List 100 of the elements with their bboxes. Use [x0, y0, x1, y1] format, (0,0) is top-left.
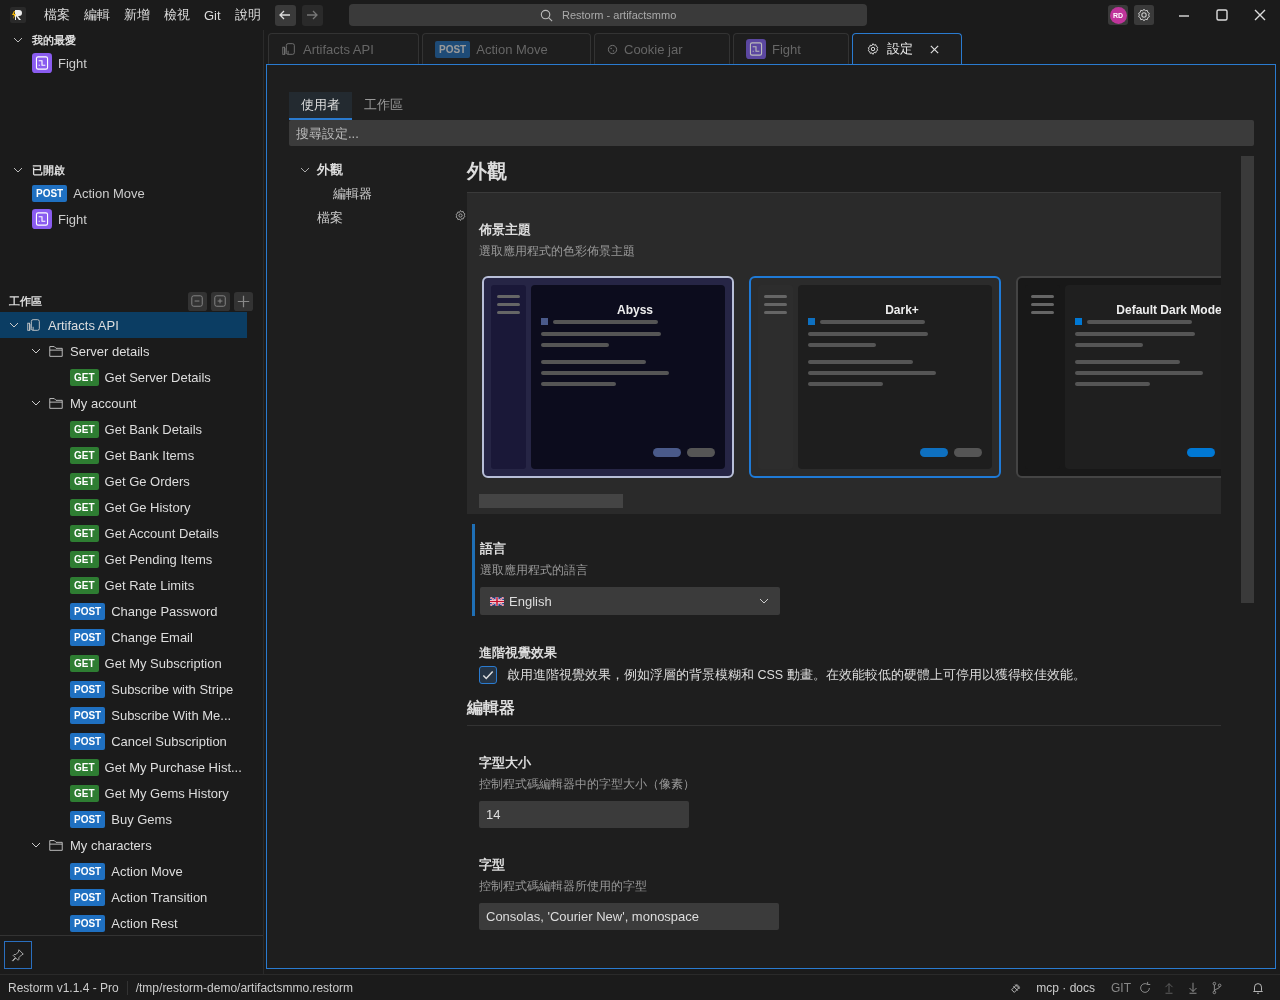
menu-item[interactable]: 編輯 — [84, 6, 110, 24]
tree-item[interactable]: POST Subscribe With Me... — [0, 702, 247, 728]
nav-item[interactable]: 編輯器 — [299, 182, 467, 206]
theme-name: Dark+ — [884, 303, 920, 317]
tree-item[interactable]: POST Change Email — [0, 624, 247, 650]
mcp-status[interactable]: mcp · docs — [1028, 980, 1103, 995]
tab-label: Action Move — [476, 41, 548, 57]
method-badge: POST — [70, 680, 106, 698]
folder-icon — [48, 837, 64, 853]
tree-item[interactable]: My characters — [0, 832, 247, 858]
method-badge: GET — [70, 472, 99, 490]
open-item[interactable]: POST Action Move — [0, 180, 263, 206]
tree-item[interactable]: POST Subscribe with Stripe — [0, 676, 247, 702]
tree-item[interactable]: GET Get My Gems History — [0, 780, 247, 806]
item-label: Action Rest — [111, 915, 178, 931]
open-item[interactable]: Fight — [0, 206, 263, 232]
menu-item[interactable]: 說明 — [234, 6, 261, 24]
menu-item[interactable]: 檢視 — [164, 6, 190, 24]
scrollbar-thumb[interactable] — [1241, 156, 1254, 603]
menu-item[interactable]: 檔案 — [44, 6, 70, 24]
tree-item[interactable]: GET Get My Purchase Hist... — [0, 754, 247, 780]
settings-icon[interactable] — [453, 208, 468, 223]
tree-item[interactable]: POST Action Transition — [0, 884, 247, 910]
item-label: My characters — [70, 837, 152, 853]
tree-item[interactable]: GET Get Server Details — [0, 364, 247, 390]
settings-icon[interactable] — [1134, 5, 1154, 25]
settings-search-field[interactable]: 搜尋設定... — [289, 120, 1254, 146]
item-label: Fight — [58, 55, 87, 71]
editor-tab[interactable]: 設定 — [852, 33, 962, 65]
item-label: Action Move — [111, 863, 183, 879]
menu-item[interactable]: 新增 — [124, 6, 150, 24]
tree-item[interactable]: POST Cancel Subscription — [0, 728, 247, 754]
method-badge: GET — [70, 498, 99, 516]
item-label: Cancel Subscription — [111, 733, 227, 749]
font-family-field[interactable]: Consolas, 'Courier New', monospace — [479, 903, 779, 930]
maximize-icon[interactable] — [1214, 7, 1230, 23]
section-title: 工作區 — [9, 293, 42, 309]
tree-item[interactable]: GET Get My Subscription — [0, 650, 247, 676]
forward-button[interactable] — [301, 4, 323, 26]
method-badge: GET — [70, 368, 99, 386]
tab-label: Fight — [772, 41, 801, 57]
tree-item[interactable]: POST Change Password — [0, 598, 247, 624]
branch-icon[interactable] — [1210, 980, 1224, 995]
tree-item[interactable]: Artifacts API — [0, 312, 247, 338]
expand-all-icon[interactable] — [211, 291, 230, 311]
setting-label: 字型大小 — [479, 754, 532, 772]
theme-option[interactable]: Default Dark Mode — [1016, 276, 1221, 478]
tree-item[interactable]: POST Buy Gems — [0, 806, 247, 832]
theme-option[interactable]: Dark+ — [749, 276, 1001, 478]
refresh-icon[interactable] — [1138, 980, 1152, 995]
method-badge: GET — [70, 420, 99, 438]
theme-option[interactable]: Abyss — [482, 276, 734, 478]
tree-item[interactable]: POST Action Move — [0, 858, 247, 884]
menu-item[interactable]: Git — [204, 7, 221, 23]
item-label: Get Ge History — [104, 499, 191, 515]
tree-item[interactable]: GET Get Account Details — [0, 520, 247, 546]
language-select[interactable]: English — [480, 587, 780, 615]
download-icon[interactable] — [1186, 980, 1200, 995]
method-badge: GET — [70, 446, 99, 464]
pin-button[interactable] — [4, 941, 32, 969]
select-value: English — [509, 593, 552, 609]
item-label: Action Transition — [111, 889, 208, 905]
nav-item[interactable]: 外觀 — [299, 158, 467, 182]
method-badge: GET — [70, 654, 99, 672]
tree-item[interactable]: GET Get Pending Items — [0, 546, 247, 572]
method-badge: GET — [70, 784, 99, 802]
setting-label: 字型 — [479, 856, 506, 874]
item-label: Get Bank Details — [104, 421, 203, 437]
back-button[interactable] — [274, 4, 296, 26]
tree-item[interactable]: Server details — [0, 338, 247, 364]
scope-tab[interactable]: 使用者 — [289, 92, 352, 120]
scope-tab[interactable]: 工作區 — [352, 92, 415, 120]
section-title: 已開啟 — [32, 162, 65, 178]
tab-label: Cookie jar — [624, 41, 683, 57]
tree-item[interactable]: GET Get Bank Items — [0, 442, 247, 468]
tree-item[interactable]: My account — [0, 390, 247, 416]
tree-item[interactable]: POST Action Rest — [0, 910, 247, 935]
collapse-all-icon[interactable] — [188, 291, 207, 311]
close-icon[interactable] — [1252, 7, 1268, 23]
check-icon — [481, 668, 495, 682]
method-badge: GET — [70, 550, 99, 568]
method-badge: POST — [70, 602, 106, 620]
method-badge: POST — [70, 628, 106, 646]
tree-item[interactable]: GET Get Ge Orders — [0, 468, 247, 494]
tree-item[interactable]: GET Get Bank Details — [0, 416, 247, 442]
flow-icon — [32, 209, 52, 229]
app-logo-icon — [10, 7, 26, 23]
tree-item[interactable]: GET Get Ge History — [0, 494, 247, 520]
method-badge: POST — [435, 40, 471, 58]
add-icon[interactable] — [234, 291, 253, 311]
tree-item[interactable]: GET Get Rate Limits — [0, 572, 247, 598]
close-icon[interactable] — [929, 43, 940, 55]
setting-description: 選取應用程式的色彩佈景主題 — [479, 243, 636, 260]
command-search[interactable]: Restorm - artifactsmmo — [348, 4, 867, 26]
font-size-field[interactable]: 14 — [479, 801, 689, 828]
nav-item[interactable]: 檔案 — [299, 206, 467, 230]
favorite-item[interactable]: Fight — [0, 50, 263, 76]
checkbox[interactable] — [479, 666, 497, 684]
bell-icon[interactable] — [1251, 980, 1265, 995]
item-label: Get Bank Items — [104, 447, 195, 463]
